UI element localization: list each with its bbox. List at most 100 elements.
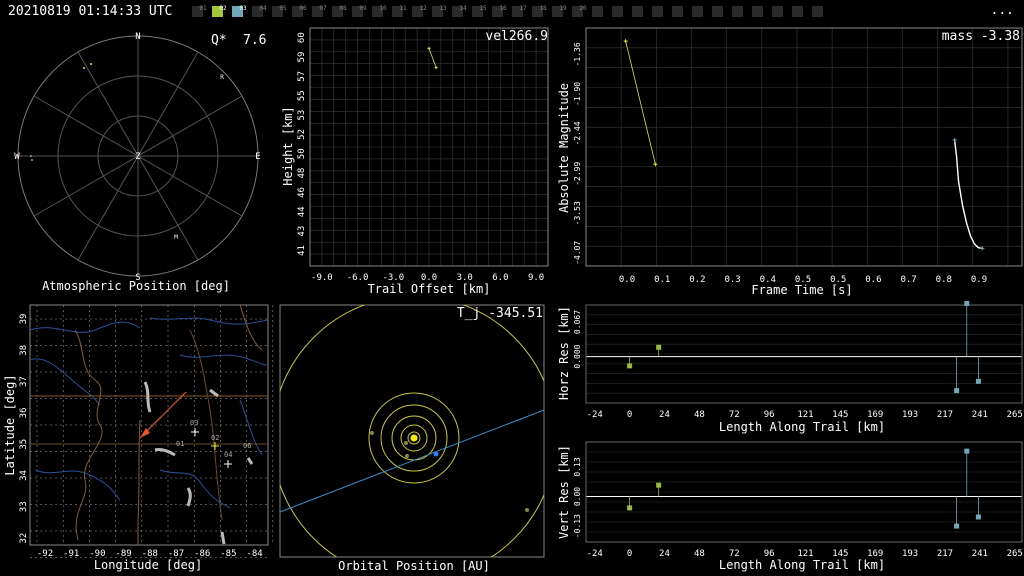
velocity-label: vel266.9 xyxy=(485,29,548,44)
station-label: 02 xyxy=(219,5,227,12)
map-panel: 01 02 03 04 06 -92 -91 -90 -89 -88 -87 -86 -85-… xyxy=(3,304,274,572)
map-ytick: 32 xyxy=(19,533,29,544)
height-ytick: 52 xyxy=(297,129,307,140)
station-label: 05 xyxy=(279,5,287,12)
vert-point xyxy=(975,514,981,520)
map-xtick: -92 xyxy=(37,549,53,559)
map-ytick: 38 xyxy=(19,345,29,356)
horz-xtick: 241 xyxy=(972,410,988,420)
horz-point xyxy=(975,378,981,384)
height-xlabel: Trail Offset [km] xyxy=(368,282,491,296)
station-box xyxy=(772,6,783,17)
dashboard-canvas: 01 02 03 04 05 06 07 08 09 10 11 12 13 14 15 16 17 18 19 20… xyxy=(3,5,1023,573)
vert-ylabel: Vert Res [km] xyxy=(557,445,571,539)
station-box xyxy=(792,6,803,17)
magnitude-panel: 0.0 0.1 0.2 0.3 0.4 0.5 0.5 0.6 0.7 0.8 0.9-4.07-3… xyxy=(557,27,1023,297)
horz-point xyxy=(627,363,633,369)
magnitude-xtick: 0.9 xyxy=(971,275,987,285)
magnitude-ytick: -4.07 xyxy=(573,241,582,265)
horz-residual-panel: -24 0 24 48 72 96 121 145 169 193 217 241 265 0.067 0.… xyxy=(557,300,1023,434)
orbit-panel: T_j -345.51 Orbital Position [AU] xyxy=(279,304,545,573)
north-label: N xyxy=(135,32,140,42)
station-label: 08 xyxy=(339,5,347,12)
station-label: 18 xyxy=(539,5,547,12)
horz-xtick: 96 xyxy=(764,410,775,420)
station-label: 19 xyxy=(559,5,567,12)
map-ytick: 34 xyxy=(19,470,29,481)
height-panel: -9.0 -6.0 -3.0 0.0 3.0 6.0 9.04143444648505253… xyxy=(281,27,549,296)
station-label: 03 xyxy=(239,5,247,12)
station-label: 11 xyxy=(399,5,407,12)
marker-r: R xyxy=(220,74,224,81)
station-label: 06 xyxy=(299,5,307,12)
height-ytick: 46 xyxy=(297,187,307,198)
horz-xtick: 72 xyxy=(729,410,740,420)
magnitude-station3-point xyxy=(952,138,957,143)
station-label: 07 xyxy=(319,5,327,12)
horz-xtick: 0 xyxy=(627,410,632,420)
horz-xtick: 265 xyxy=(1007,410,1023,420)
height-ytick: 59 xyxy=(297,52,307,63)
map-station-03: 03 xyxy=(190,419,198,427)
height-point xyxy=(427,46,431,50)
vert-ytick: 0.13 xyxy=(573,457,582,476)
map-ytick: 39 xyxy=(19,314,29,325)
vert-ytick: -0.13 xyxy=(573,514,582,538)
vert-point xyxy=(627,505,633,511)
vert-ticks: -24 0 24 48 72 96 121 145 169 193 217 241 2650.130.0… xyxy=(573,457,1023,559)
station-label: 04 xyxy=(259,5,267,12)
map-station-06: 06 xyxy=(243,442,251,450)
magnitude-xtick: 0.3 xyxy=(724,275,740,285)
height-ytick: 57 xyxy=(297,71,307,82)
height-ytick: 48 xyxy=(297,168,307,179)
height-ytick: 53 xyxy=(297,110,307,121)
magnitude-xlabel: Frame Time [s] xyxy=(751,283,852,297)
magnitude-xtick: 0.1 xyxy=(654,275,670,285)
map-xtick: -85 xyxy=(220,549,236,559)
horz-xtick: 193 xyxy=(902,410,918,420)
station-label: 01 xyxy=(199,5,207,12)
station-box xyxy=(632,6,643,17)
height-xtick: 9.0 xyxy=(528,273,544,283)
station-box xyxy=(692,6,703,17)
vert-xtick: -24 xyxy=(587,549,603,559)
magnitude-ytick: -2.44 xyxy=(573,121,582,145)
height-ytick: 41 xyxy=(297,245,307,256)
magnitude-ytick: -2.99 xyxy=(573,162,582,186)
atmospheric-position-panel: N S E W Z R M Q* 7.6 Atmospheric Positio… xyxy=(14,32,266,293)
height-xtick: -6.0 xyxy=(347,273,369,283)
map-station-04: 04 xyxy=(224,451,232,459)
station-strip: 01 02 03 04 05 06 07 08 09 10 11 12 13 14 15 16 17 18 19 20 xyxy=(192,5,823,17)
marker-m: M xyxy=(174,234,178,241)
vert-xtick: 241 xyxy=(972,549,988,559)
mass-label: mass -3.38 xyxy=(942,29,1020,44)
magnitude-ticks: 0.0 0.1 0.2 0.3 0.4 0.5 0.5 0.6 0.7 0.8 0.9-4.07-3… xyxy=(573,42,987,285)
vert-point xyxy=(954,523,960,529)
vert-xtick: 48 xyxy=(694,549,705,559)
height-ytick: 55 xyxy=(297,90,307,101)
magnitude-station2-point xyxy=(623,39,628,44)
magnitude-ytick: -1.36 xyxy=(573,42,582,66)
height-ytick: 60 xyxy=(297,32,307,43)
west-label: W xyxy=(14,152,20,162)
vert-xtick: 193 xyxy=(902,549,918,559)
map-xlabel: Longitude [deg] xyxy=(94,558,202,572)
height-xtick: 6.0 xyxy=(492,273,508,283)
magnitude-station2-point xyxy=(653,162,658,167)
map-ytick: 35 xyxy=(19,439,29,450)
horz-point xyxy=(954,388,960,394)
q-value: 7.6 xyxy=(243,33,266,48)
horz-ytick: 0.067 xyxy=(573,310,582,334)
station-label: 10 xyxy=(379,5,387,12)
map-ytick: 37 xyxy=(19,376,29,387)
magnitude-station2-line xyxy=(625,41,656,165)
horz-point xyxy=(964,300,970,306)
map-station-01: 01 xyxy=(176,440,184,448)
map-station-02: 02 xyxy=(211,434,219,442)
vert-ytick: 0.00 xyxy=(573,487,582,506)
magnitude-xtick: 0.0 xyxy=(619,275,635,285)
height-ylabel: Height [km] xyxy=(281,106,295,185)
map-ytick: 33 xyxy=(19,501,29,512)
magnitude-marks xyxy=(623,39,985,251)
vert-xtick: 24 xyxy=(659,549,670,559)
